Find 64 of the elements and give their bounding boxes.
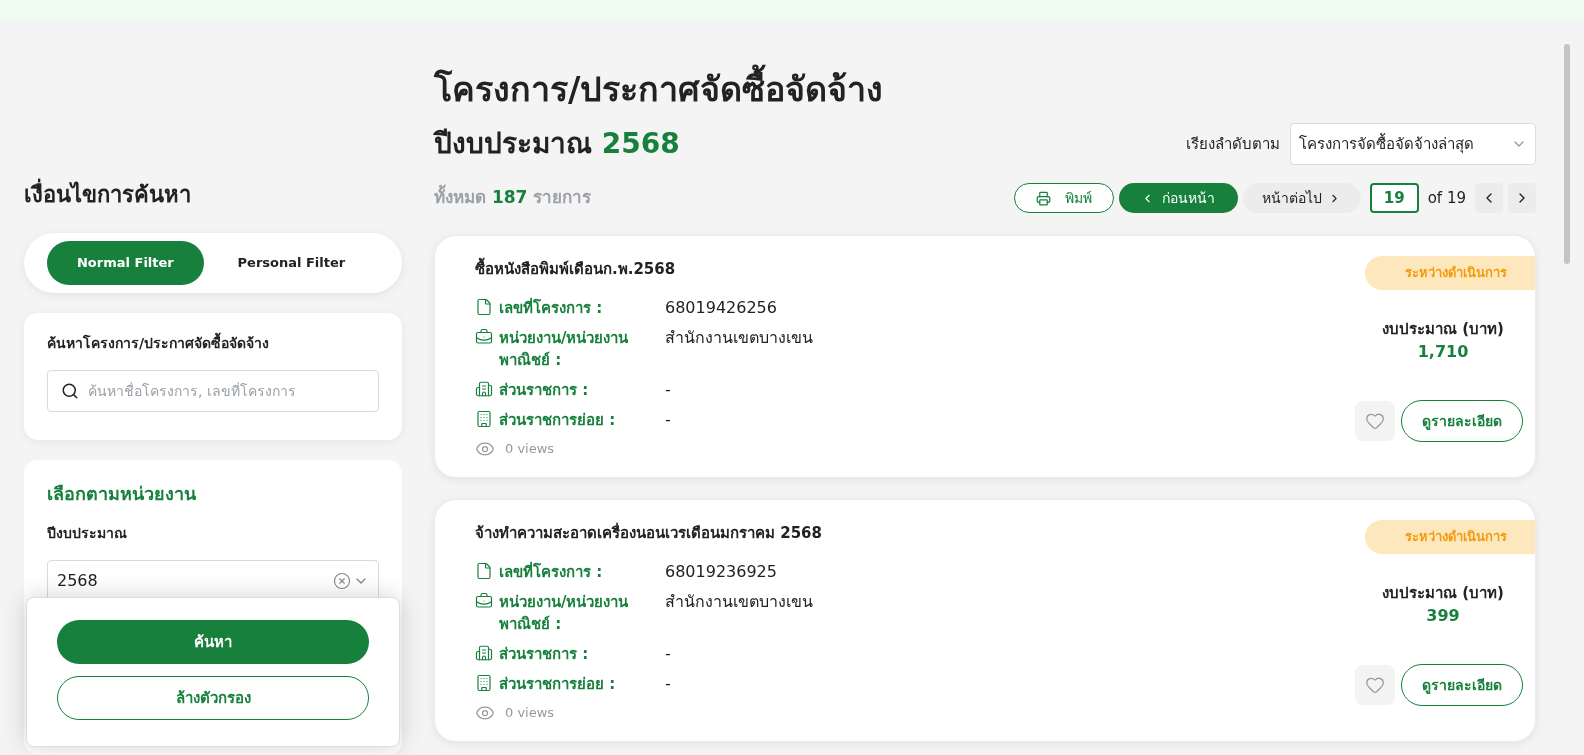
field-value: - (665, 378, 671, 401)
field-label: หน่วยงาน/หน่วยงานพาณิชย์ : (499, 327, 630, 371)
detail-button[interactable]: ดูรายละเอียด (1401, 664, 1523, 706)
search-field[interactable]: ค้นหาชื่อโครงการ, เลขที่โครงการ (47, 370, 379, 412)
favorite-button[interactable] (1355, 665, 1395, 705)
unit-heading: เลือกตามหน่วยงาน (47, 482, 197, 506)
fiscal-year-heading: ปีงบประมาณ 2568 (434, 126, 680, 162)
status-badge: ระหว่างดำเนินการ (1365, 520, 1535, 554)
field-label: หน่วยงาน/หน่วยงานพาณิชย์ : (499, 591, 630, 635)
detail-button[interactable]: ดูรายละเอียด (1401, 400, 1523, 442)
search-icon (61, 382, 79, 400)
page-total: of 19 (1427, 187, 1466, 209)
field-value: สำนักงานเขตบางเขน (665, 590, 813, 613)
clear-filter-button[interactable]: ล้างตัวกรอง (57, 676, 369, 720)
year-label: ปีงบประมาณ (47, 524, 128, 543)
filter-tab[interactable]: Normal Filter (47, 241, 204, 285)
next-page-button[interactable]: หน้าต่อไป (1242, 183, 1361, 213)
budget-amount: 399 (1426, 605, 1460, 627)
clear-icon[interactable] (333, 572, 351, 590)
building-icon (475, 409, 493, 428)
sort-label: เรียงลำดับตาม (1186, 133, 1280, 155)
field-value: 68019426256 (665, 296, 777, 319)
status-badge: ระหว่างดำเนินการ (1365, 256, 1535, 290)
building-icon (475, 379, 493, 398)
building-icon (475, 643, 493, 662)
view-count: 0 views (505, 439, 555, 458)
project-title: ซื้อหนังสือพิมพ์เดือนก.พ.2568 (475, 258, 813, 281)
field-value: - (665, 672, 671, 695)
search-title: ค้นหาโครงการ/ประกาศจัดซื้อจัดจ้าง (47, 333, 379, 354)
file-icon (475, 297, 493, 316)
project-title: จ้างทำความสะอาดเครื่องนอนเวรเดือนมกราคม 2568 (475, 522, 822, 544)
field-value: สำนักงานเขตบางเขน (665, 326, 813, 349)
view-count: 0 views (505, 703, 555, 722)
heart-icon (1365, 411, 1385, 431)
filter-tab[interactable]: Personal Filter (203, 241, 379, 285)
sort-select[interactable]: โครงการจัดซื้อจัดจ้างล่าสุด (1290, 123, 1536, 165)
field-label: เลขที่โครงการ : (499, 296, 604, 319)
budget-amount: 1,710 (1417, 341, 1469, 363)
file-icon (475, 561, 493, 580)
field-value: - (665, 408, 671, 431)
total-count: ทั้งหมด 187 รายการ (434, 185, 592, 211)
briefcase-icon (475, 327, 493, 346)
budget-label: งบประมาณ (บาท) (1382, 582, 1504, 604)
field-label: ส่วนราชการ : (499, 379, 590, 401)
sidebar-heading: เงื่อนไขการค้นหา (24, 178, 402, 211)
favorite-button[interactable] (1355, 401, 1395, 441)
budget-label: งบประมาณ (บาท) (1382, 318, 1504, 340)
search-button[interactable]: ค้นหา (57, 620, 369, 664)
previous-page-button[interactable]: ก่อนหน้า (1118, 183, 1238, 213)
page-title: โครงการ/ประกาศจัดซื้อจัดจ้าง (434, 64, 1536, 115)
field-value: 68019236925 (665, 560, 777, 583)
heart-icon (1365, 675, 1385, 695)
field-label: ส่วนราชการ : (499, 643, 590, 665)
page-number-field[interactable]: 19 (1369, 183, 1419, 213)
printer-icon (1035, 190, 1051, 206)
field-label: ส่วนราชการย่อย : (499, 409, 617, 431)
briefcase-icon (475, 591, 493, 610)
previous-arrow-button[interactable] (1475, 183, 1503, 213)
field-label: ส่วนราชการย่อย : (499, 673, 617, 695)
field-label: เลขที่โครงการ : (499, 560, 604, 583)
building-icon (475, 673, 493, 692)
print-button[interactable]: พิมพ์ (1013, 183, 1114, 213)
next-arrow-button[interactable] (1508, 183, 1536, 213)
field-value: - (665, 642, 671, 665)
